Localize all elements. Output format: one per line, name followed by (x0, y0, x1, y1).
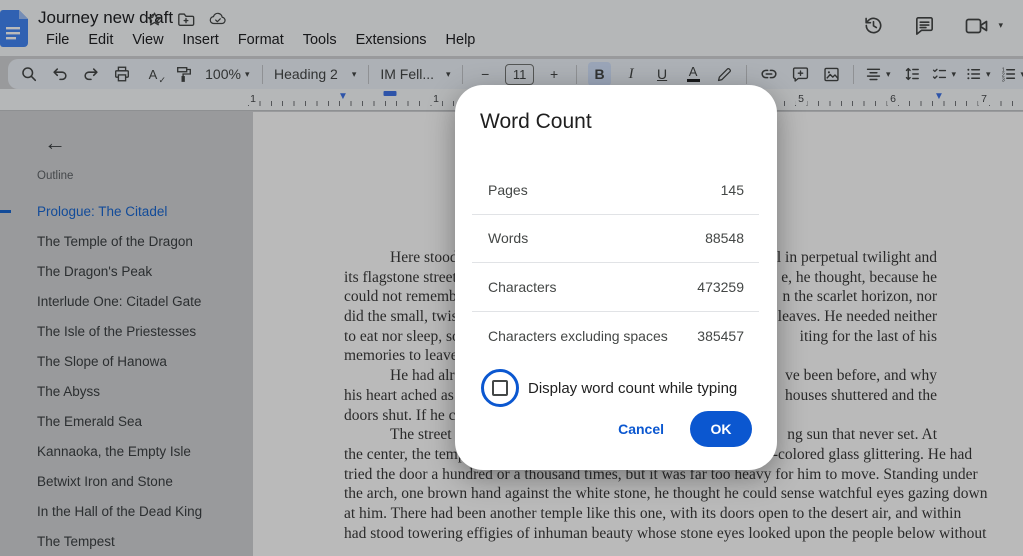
word-count-row: Characters excluding spaces 385457 (488, 327, 744, 344)
word-count-row: Characters 473259 (472, 263, 759, 312)
google-docs-window: Journey new draft File Edit View Insert (0, 0, 1023, 556)
display-while-typing-row: Display word count while typing (481, 369, 737, 407)
cancel-button[interactable]: Cancel (618, 421, 664, 437)
checkbox-focus-ring (481, 369, 519, 407)
word-count-row: Pages 145 (472, 166, 759, 215)
word-count-dialog: Word Count Pages 145 Words 88548 Charact… (455, 85, 777, 470)
ok-button[interactable]: OK (690, 411, 752, 447)
word-count-rows: Pages 145 Words 88548 Characters 473259 … (472, 166, 759, 360)
word-count-row: Words 88548 (472, 215, 759, 263)
dialog-title: Word Count (480, 110, 592, 133)
focus-ring (481, 369, 519, 407)
checkbox-label: Display word count while typing (528, 379, 738, 397)
